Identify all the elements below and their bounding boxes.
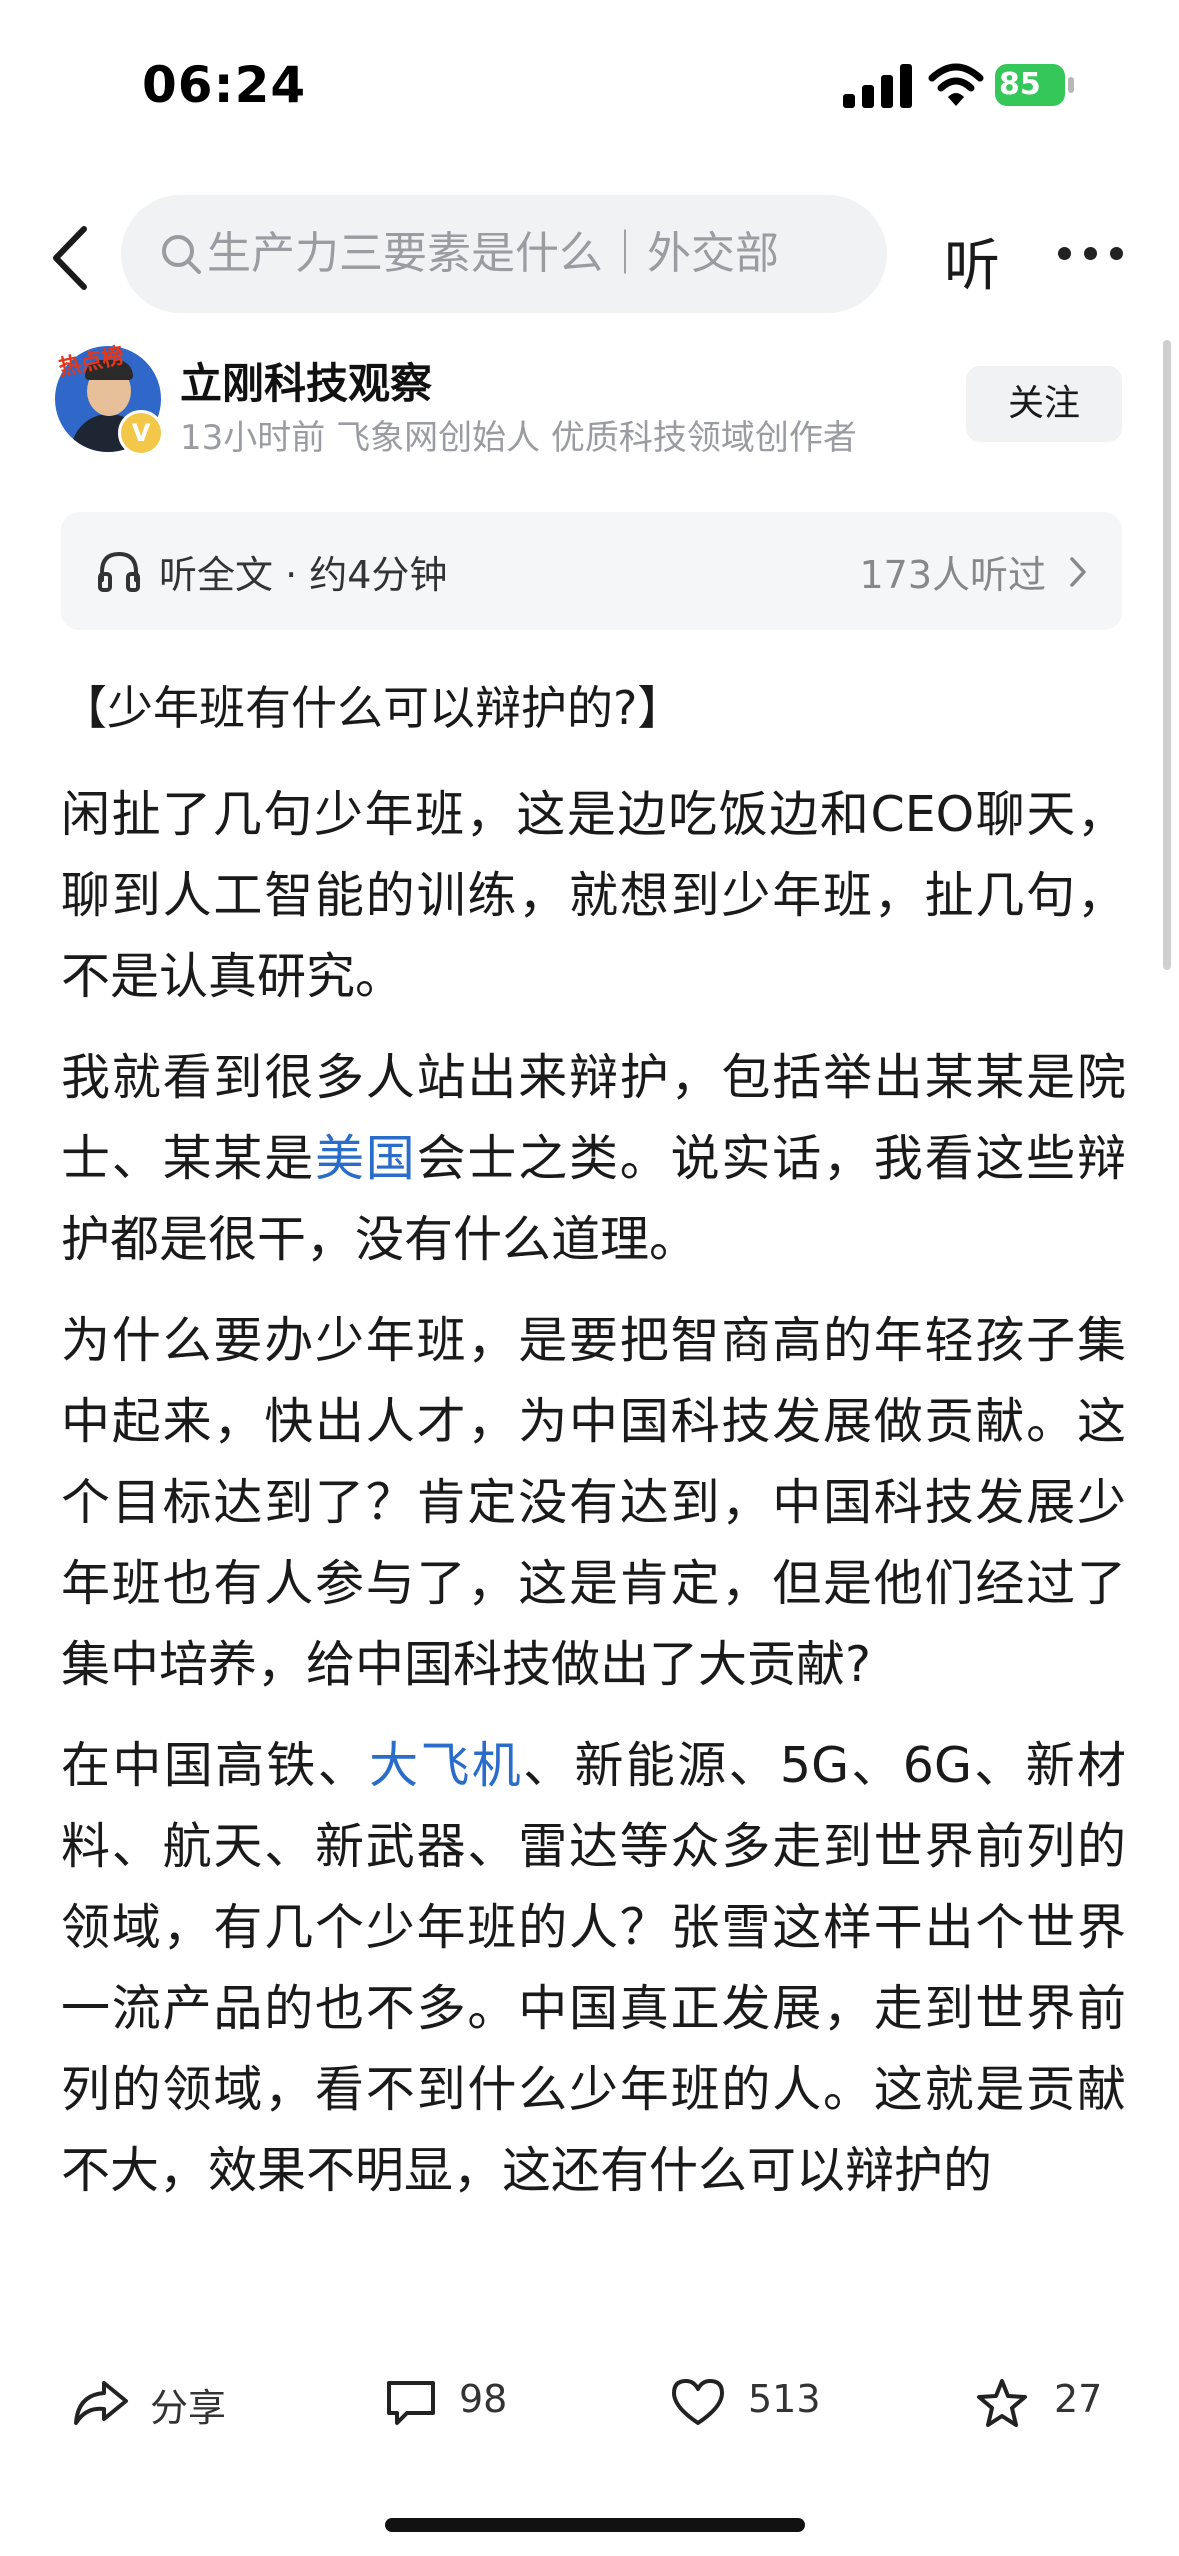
article-body: 【少年班有什么可以辩护的?】 闲扯了几句少年班，这是边吃饭边和CEO聊天，聊到人… bbox=[61, 672, 1126, 2231]
back-icon[interactable] bbox=[48, 225, 92, 291]
content-fade bbox=[0, 2285, 1179, 2345]
signal-icon bbox=[843, 64, 912, 108]
link-big-aircraft[interactable]: 大飞机 bbox=[369, 1737, 523, 1794]
share-label: 分享 bbox=[150, 2386, 227, 2430]
like-count: 513 bbox=[748, 2377, 821, 2421]
favorite-count: 27 bbox=[1054, 2377, 1103, 2421]
search-icon bbox=[162, 235, 201, 274]
battery-level: 85 bbox=[995, 64, 1065, 106]
comment-button[interactable]: 98 bbox=[383, 2371, 523, 2431]
paragraph-text: 在中国高铁、 bbox=[61, 1737, 370, 1794]
like-button[interactable]: 513 bbox=[670, 2371, 830, 2431]
chevron-right-icon bbox=[1070, 557, 1086, 587]
comment-icon bbox=[387, 2381, 435, 2425]
favorite-button[interactable]: 27 bbox=[974, 2371, 1104, 2431]
status-time: 06:24 bbox=[142, 56, 307, 114]
paragraph: 在中国高铁、大飞机、新能源、5G、6G、新材料、航天、新武器、雷达等众多走到世界… bbox=[61, 1725, 1126, 2211]
battery-cap bbox=[1068, 77, 1074, 93]
listen-count: 173人听过 bbox=[859, 553, 1046, 597]
star-icon bbox=[977, 2379, 1027, 2427]
action-bar: 分享 98 513 27 bbox=[0, 2345, 1179, 2455]
wifi-icon bbox=[928, 63, 984, 106]
more-icon[interactable] bbox=[1058, 247, 1124, 261]
verified-badge: V bbox=[118, 410, 164, 456]
listen-label: 听全文 · 约4分钟 bbox=[159, 553, 448, 597]
author-name[interactable]: 立刚科技观察 bbox=[180, 350, 432, 411]
article-title: 【少年班有什么可以辩护的?】 bbox=[61, 681, 684, 735]
listen-full-text-bar[interactable]: 听全文 · 约4分钟 173人听过 bbox=[61, 512, 1122, 630]
share-button[interactable]: 分享 bbox=[72, 2371, 232, 2431]
share-icon bbox=[74, 2381, 128, 2425]
paragraph-text: 、新能源、5G、6G、新材料、航天、新武器、雷达等众多走到世界前列的领域，有几个… bbox=[61, 1737, 1126, 2199]
heart-icon bbox=[672, 2379, 724, 2425]
comment-count: 98 bbox=[459, 2377, 508, 2421]
status-bar: 06:24 85 bbox=[0, 0, 1179, 170]
home-indicator[interactable] bbox=[385, 2518, 805, 2532]
paragraph: 为什么要办少年班，是要把智商高的年轻孩子集中起来，快出人才，为中国科技发展做贡献… bbox=[61, 1312, 1126, 1693]
paragraph: 我就看到很多人站出来辩护，包括举出某某是院士、某某是美国会士之类。说实话，我看这… bbox=[61, 1037, 1126, 1280]
headphone-icon bbox=[98, 551, 140, 592]
search-placeholder: 生产力三要素是什么｜外交部 bbox=[207, 228, 779, 279]
search-input[interactable]: 生产力三要素是什么｜外交部 bbox=[121, 195, 887, 313]
paragraph: 闲扯了几句少年班，这是边吃饭边和CEO聊天，聊到人工智能的训练，就想到少年班，扯… bbox=[61, 786, 1126, 1005]
scrollbar[interactable] bbox=[1163, 340, 1171, 970]
follow-button[interactable]: 关注 bbox=[966, 366, 1122, 442]
listen-button[interactable]: 听 bbox=[944, 221, 1000, 302]
battery-indicator: 85 bbox=[995, 64, 1075, 106]
link-usa[interactable]: 美国 bbox=[315, 1130, 417, 1187]
author-meta: 13小时前 飞象网创始人 优质科技领域创作者 bbox=[180, 418, 857, 458]
nav-bar: 生产力三要素是什么｜外交部 听 bbox=[0, 195, 1179, 315]
